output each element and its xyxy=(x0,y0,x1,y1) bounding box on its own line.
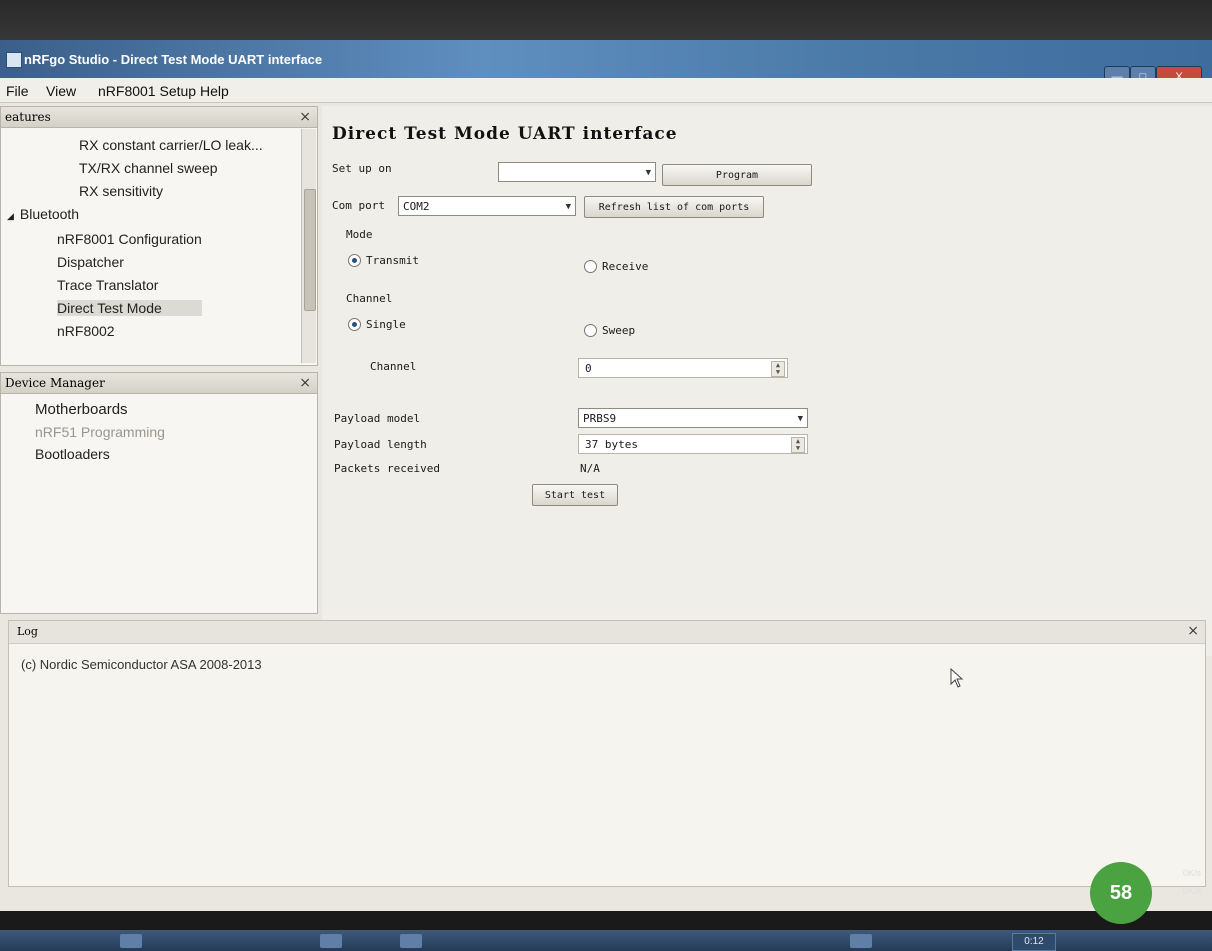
taskbar-app-icon[interactable] xyxy=(400,934,422,948)
tree-item-tx-rx-channel-sweep[interactable]: TX/RX channel sweep xyxy=(79,160,218,176)
packets-received-label: Packets received xyxy=(334,462,440,475)
features-panel: eatures × RX constant carrier/LO leak...… xyxy=(0,106,318,366)
log-title: Log xyxy=(17,625,38,638)
single-label: Single xyxy=(366,318,406,331)
channel-value: 0 xyxy=(585,362,592,375)
receive-radio[interactable] xyxy=(584,260,597,273)
tree-item-direct-test-mode[interactable]: Direct Test Mode xyxy=(57,300,202,316)
window-title: nRFgo Studio - Direct Test Mode UART int… xyxy=(24,52,323,67)
features-close-icon[interactable]: × xyxy=(299,107,311,127)
device-manager-title: Device Manager xyxy=(5,376,105,390)
device-manager-close-icon[interactable]: × xyxy=(299,373,311,393)
taskbar-app-icon[interactable] xyxy=(120,934,142,948)
tree-item-trace-translator[interactable]: Trace Translator xyxy=(57,277,158,293)
sweep-radio[interactable] xyxy=(584,324,597,337)
menu-nrf8001-setup[interactable]: nRF8001 Setup xyxy=(98,83,196,99)
features-scroll-thumb[interactable] xyxy=(304,189,316,311)
tree-item-rx-sensitivity[interactable]: RX sensitivity xyxy=(79,183,163,199)
payload-length-label: Payload length xyxy=(334,438,427,451)
chevron-down-icon: ▼ xyxy=(565,202,571,212)
tree-item-nrf8001-configuration[interactable]: nRF8001 Configuration xyxy=(57,231,202,247)
channel-label: Channel xyxy=(370,360,417,373)
menu-bar: File View nRF8001 Setup Help xyxy=(0,78,1212,103)
com-port-label: Com port xyxy=(332,199,385,212)
log-line: (c) Nordic Semiconductor ASA 2008-2013 xyxy=(21,657,262,672)
log-header: Log × xyxy=(9,621,1205,644)
app-window: nRFgo Studio - Direct Test Mode UART int… xyxy=(0,40,1212,951)
menu-view[interactable]: View xyxy=(46,83,76,99)
net-download-speed: 0K/s xyxy=(1183,886,1202,896)
channel-spinner[interactable]: 0 ▲ ▼ xyxy=(578,358,788,378)
taskbar: 0:12 xyxy=(0,930,1212,951)
menu-help[interactable]: Help xyxy=(200,83,229,99)
page-title: Direct Test Mode UART interface xyxy=(332,124,678,144)
setup-on-label: Set up on xyxy=(332,162,392,175)
taskbar-app-icon[interactable] xyxy=(320,934,342,948)
features-panel-header: eatures × xyxy=(1,107,317,128)
mode-group-label: Mode xyxy=(346,228,373,241)
channel-group-label: Channel xyxy=(346,292,393,305)
spinner-arrows-icon[interactable]: ▲ ▼ xyxy=(771,361,785,377)
features-panel-title: eatures xyxy=(5,110,51,124)
device-manager-header: Device Manager × xyxy=(1,373,317,394)
sweep-label: Sweep xyxy=(602,324,636,337)
collapse-arrow-icon[interactable]: ◢ xyxy=(7,211,14,221)
tree-item-bluetooth[interactable]: ◢ Bluetooth xyxy=(7,206,79,222)
refresh-com-ports-button[interactable]: Refresh list of com ports xyxy=(584,196,764,218)
single-radio[interactable] xyxy=(348,318,361,331)
dtm-content-panel: Direct Test Mode UART interface Set up o… xyxy=(322,106,1212,656)
log-panel: Log × (c) Nordic Semiconductor ASA 2008-… xyxy=(8,620,1206,887)
com-port-dropdown[interactable]: COM2 ▼ xyxy=(398,196,576,216)
device-item-bootloaders[interactable]: Bootloaders xyxy=(35,446,110,462)
start-test-button[interactable]: Start test xyxy=(532,484,618,506)
transmit-radio[interactable] xyxy=(348,254,361,267)
device-item-nrf51-programming[interactable]: nRF51 Programming xyxy=(35,424,165,440)
payload-model-dropdown[interactable]: PRBS9 ▼ xyxy=(578,408,808,428)
program-button[interactable]: Program xyxy=(662,164,812,186)
menu-file[interactable]: File xyxy=(6,83,29,99)
chevron-down-icon: ▼ xyxy=(645,168,651,178)
speed-monitor-badge[interactable]: 58 xyxy=(1090,862,1152,924)
system-clock[interactable]: 0:12 xyxy=(1012,933,1056,951)
tree-item-bluetooth-label: Bluetooth xyxy=(19,206,80,222)
payload-model-value: PRBS9 xyxy=(583,412,617,425)
app-icon xyxy=(6,52,22,68)
receive-label: Receive xyxy=(602,260,649,273)
title-bar: nRFgo Studio - Direct Test Mode UART int… xyxy=(0,40,1212,78)
payload-length-value: 37 bytes xyxy=(585,438,638,451)
tree-item-rx-constant-carrier[interactable]: RX constant carrier/LO leak... xyxy=(79,137,263,153)
device-item-motherboards[interactable]: Motherboards xyxy=(35,401,128,418)
chevron-down-icon: ▼ xyxy=(797,414,803,424)
log-close-icon[interactable]: × xyxy=(1187,621,1199,641)
spinner-arrows-icon[interactable]: ▲ ▼ xyxy=(791,437,805,453)
mouse-pointer-icon xyxy=(950,668,964,688)
payload-model-label: Payload model xyxy=(334,412,421,425)
packets-received-value: N/A xyxy=(580,462,600,475)
setup-on-dropdown[interactable]: ▼ xyxy=(498,162,656,182)
taskbar-app-icon[interactable] xyxy=(850,934,872,948)
net-upload-speed: 0K/s xyxy=(1183,868,1202,878)
payload-length-spinner[interactable]: 37 bytes ▲ ▼ xyxy=(578,434,808,454)
tree-item-dispatcher[interactable]: Dispatcher xyxy=(57,254,124,270)
transmit-label: Transmit xyxy=(366,254,419,267)
device-manager-panel: Device Manager × Motherboards nRF51 Prog… xyxy=(0,372,318,614)
features-scrollbar[interactable] xyxy=(301,129,316,363)
tree-item-nrf8002[interactable]: nRF8002 xyxy=(57,323,115,339)
com-port-value: COM2 xyxy=(403,200,430,213)
